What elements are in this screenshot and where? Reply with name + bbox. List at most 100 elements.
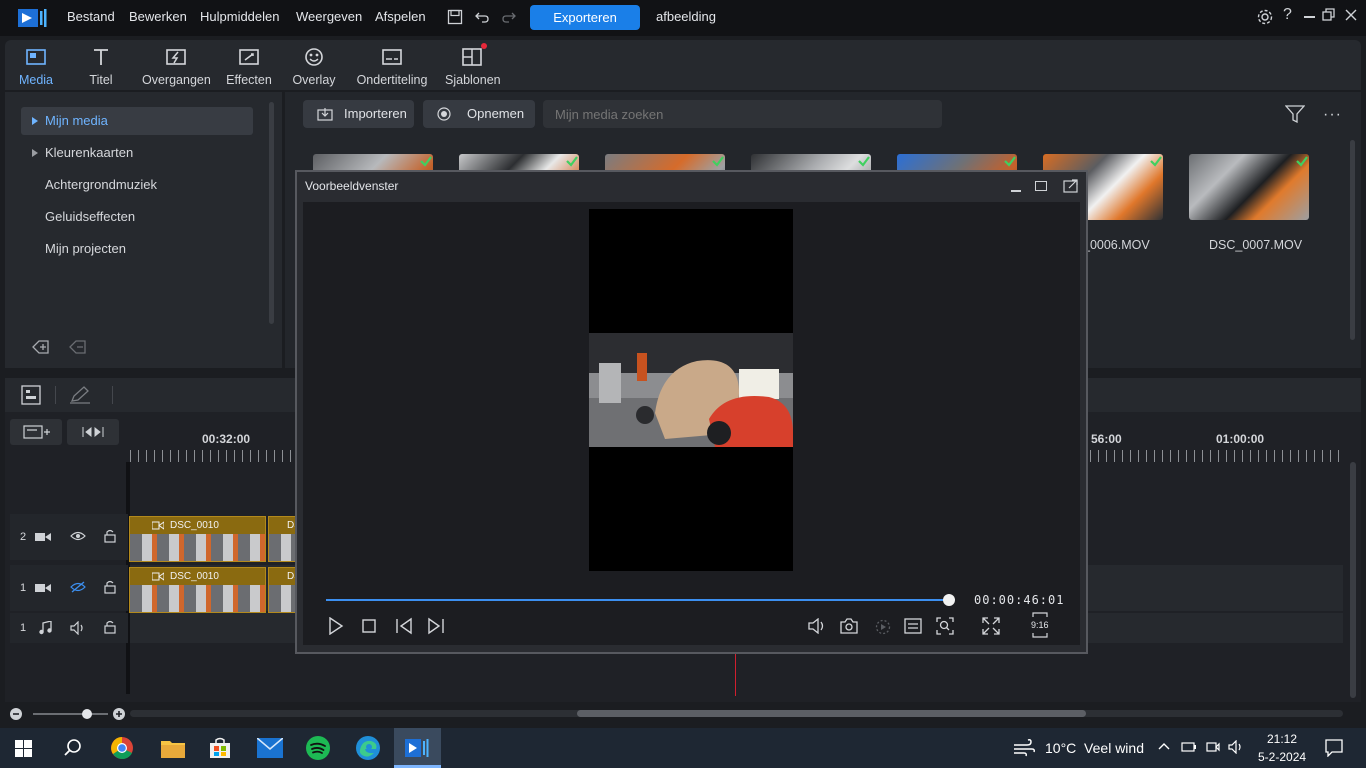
menu-afspelen[interactable]: Afspelen — [375, 9, 426, 24]
media-scrollbar[interactable] — [1350, 140, 1355, 340]
zoom-in-icon[interactable] — [113, 708, 125, 720]
next-frame-icon[interactable] — [427, 617, 445, 635]
fit-timeline-button[interactable] — [67, 419, 119, 445]
record-button[interactable]: Opnemen — [423, 100, 535, 128]
save-icon[interactable] — [447, 9, 463, 25]
lock-icon[interactable] — [104, 620, 116, 634]
zoom-slider-track[interactable] — [33, 713, 108, 715]
tab-sjablonen[interactable]: Sjablonen — [445, 44, 501, 87]
overlay-icon — [303, 46, 325, 68]
spotify-icon[interactable] — [306, 736, 330, 760]
previous-frame-icon[interactable] — [395, 617, 413, 635]
subtitle-toggle-icon[interactable] — [904, 618, 922, 634]
eye-icon[interactable] — [70, 530, 86, 542]
notification-icon[interactable] — [1325, 739, 1343, 757]
undo-icon[interactable] — [474, 9, 490, 25]
maximize-icon[interactable] — [1035, 181, 1047, 191]
eye-hidden-icon[interactable] — [70, 581, 86, 593]
redo-icon[interactable] — [501, 9, 517, 25]
clip-filmstrip — [269, 534, 297, 561]
sidebar-item-mijn-media[interactable]: Mijn media — [21, 107, 253, 135]
lock-icon[interactable] — [104, 580, 116, 594]
sidebar-scrollbar[interactable] — [269, 102, 274, 324]
settings-gear-icon[interactable] — [1256, 8, 1274, 26]
dock-window-icon[interactable] — [1063, 179, 1079, 193]
add-track-button[interactable] — [10, 419, 62, 445]
weather-text[interactable]: 10°C Veel wind — [1045, 740, 1144, 756]
help-icon[interactable]: ? — [1283, 6, 1292, 24]
video-clip[interactable]: DS — [268, 567, 298, 613]
zoom-out-icon[interactable] — [10, 708, 22, 720]
fullscreen-icon[interactable] — [982, 617, 1000, 635]
arrange-icon[interactable] — [21, 385, 41, 405]
chrome-icon[interactable] — [110, 736, 134, 760]
speaker-icon[interactable] — [1228, 740, 1244, 754]
sidebar-item-geluidseffecten[interactable]: Geluidseffecten — [21, 203, 253, 231]
tab-overlay[interactable]: Overlay — [292, 44, 336, 87]
tab-media-label: Media — [18, 73, 54, 87]
playhead[interactable] — [735, 654, 736, 696]
video-clip[interactable]: DSC_0010 — [129, 516, 266, 562]
edit-pen-icon[interactable] — [69, 386, 91, 404]
play-icon[interactable] — [328, 617, 344, 635]
sidebar-item-achtergrondmuziek[interactable]: Achtergrondmuziek — [21, 171, 253, 199]
aspect-ratio-button[interactable]: 9:16 — [1031, 612, 1049, 638]
menu-weergeven[interactable]: Weergeven — [296, 9, 362, 24]
chevron-up-icon[interactable] — [1158, 742, 1170, 750]
add-tag-icon[interactable] — [31, 338, 51, 356]
sidebar-item-mijn-projecten[interactable]: Mijn projecten — [21, 235, 253, 263]
weather-wind-icon[interactable] — [1013, 739, 1035, 757]
clock-time[interactable]: 21:12 — [1267, 732, 1297, 746]
volume-icon[interactable] — [70, 621, 86, 635]
close-icon[interactable] — [1344, 8, 1358, 22]
sidebar-item-label: Mijn media — [45, 113, 108, 128]
more-options-icon[interactable]: ··· — [1323, 106, 1342, 124]
zoom-slider-thumb[interactable] — [82, 709, 92, 719]
media-search-input[interactable] — [543, 100, 942, 128]
tab-titel[interactable]: Titel — [85, 44, 117, 87]
edge-icon[interactable] — [356, 736, 380, 760]
battery-icon[interactable] — [1181, 741, 1197, 753]
used-checkmark-icon — [711, 154, 725, 168]
media-thumbnail[interactable] — [1189, 154, 1309, 220]
divider — [112, 386, 113, 404]
mail-icon[interactable] — [257, 738, 283, 758]
tab-media[interactable]: Media — [14, 44, 58, 87]
stop-icon[interactable] — [362, 619, 376, 633]
minimize-icon[interactable] — [1304, 16, 1315, 18]
zoom-preview-icon[interactable] — [936, 617, 954, 635]
tab-overgangen[interactable]: Overgangen — [142, 44, 211, 87]
file-explorer-icon[interactable] — [161, 738, 185, 758]
volume-icon[interactable] — [808, 618, 826, 634]
menu-bewerken[interactable]: Bewerken — [129, 9, 187, 24]
video-clip[interactable]: DS — [268, 516, 298, 562]
used-checkmark-icon — [1003, 154, 1017, 168]
tab-effecten[interactable]: Effecten — [226, 44, 272, 87]
playback-progress-knob[interactable] — [943, 594, 955, 606]
ruler-label: 01:00:00 — [1216, 432, 1265, 446]
sidebar-item-kleurenkaarten[interactable]: Kleurenkaarten — [21, 139, 253, 167]
restore-icon[interactable] — [1322, 8, 1336, 22]
playback-progress-bar[interactable] — [326, 594, 955, 606]
store-icon[interactable] — [208, 736, 232, 760]
filter-icon[interactable] — [1285, 105, 1305, 123]
webcam-icon[interactable] — [1206, 740, 1220, 754]
powerdirector-icon[interactable] — [405, 738, 429, 758]
import-button[interactable]: Importeren — [303, 100, 414, 128]
snapshot-camera-icon[interactable] — [840, 618, 858, 634]
video-clip[interactable]: DSC_0010 — [129, 567, 266, 613]
preview-window: Voorbeeldvenster 00:00:46:01 9:16 — [295, 170, 1088, 654]
lock-icon[interactable] — [104, 529, 116, 543]
timeline-scrollbar[interactable] — [577, 710, 1086, 717]
menu-hulpmiddelen[interactable]: Hulpmiddelen — [200, 9, 280, 24]
search-icon[interactable] — [63, 738, 83, 758]
clock-date[interactable]: 5-2-2024 — [1258, 750, 1306, 764]
minimize-icon[interactable] — [1011, 190, 1021, 192]
vertical-scrollbar[interactable] — [1350, 462, 1356, 698]
export-button[interactable]: Exporteren — [530, 5, 640, 30]
menu-bestand[interactable]: Bestand — [67, 9, 115, 24]
windows-start-icon[interactable] — [15, 740, 32, 757]
tab-ondertiteling[interactable]: Ondertiteling — [355, 44, 429, 87]
remove-tag-icon[interactable] — [68, 338, 88, 356]
music-note-icon — [38, 621, 52, 635]
